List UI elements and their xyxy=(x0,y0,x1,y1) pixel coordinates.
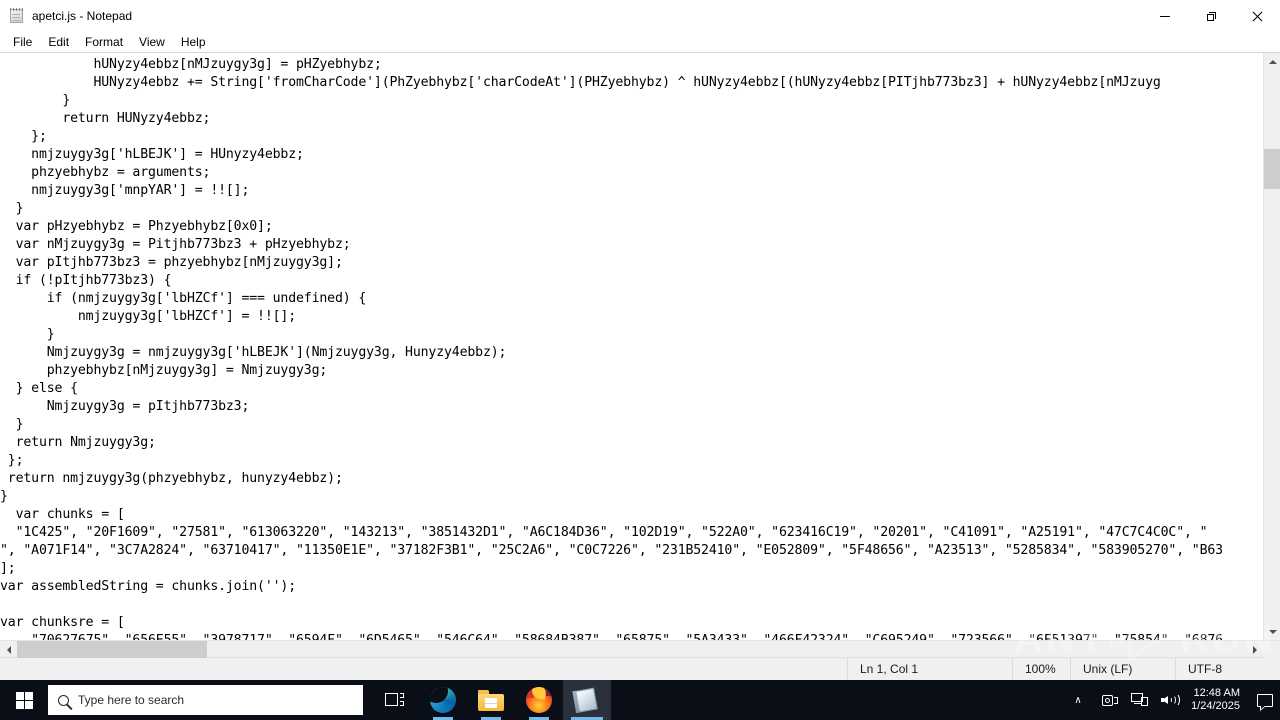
task-view-button[interactable] xyxy=(371,680,419,720)
title-bar[interactable]: apetci.js - Notepad xyxy=(0,0,1280,32)
scroll-right-button[interactable] xyxy=(1246,641,1263,658)
taskbar-item-microsoft-edge[interactable] xyxy=(419,680,467,720)
task-view-icon xyxy=(385,692,405,709)
clock-date: 1/24/2025 xyxy=(1191,700,1240,712)
code-text[interactable]: hUNyzy4ebbz[nMJzuygy3g] = pHZyebhybz; HU… xyxy=(0,53,1262,640)
vertical-scrollbar[interactable] xyxy=(1263,53,1280,640)
notepad-window: apetci.js - Notepad File Edit Format Vie… xyxy=(0,0,1280,681)
scroll-left-icon xyxy=(6,645,11,654)
window-title: apetci.js - Notepad xyxy=(32,9,133,23)
status-cursor-position: Ln 1, Col 1 xyxy=(847,657,1012,681)
volume-icon xyxy=(1161,693,1181,707)
status-zoom[interactable]: 100% xyxy=(1012,657,1070,681)
taskbar: Type here to search ∧ 12:48 AM 1/24/2025 xyxy=(0,680,1280,720)
search-box[interactable]: Type here to search xyxy=(48,685,363,715)
notepad-icon xyxy=(572,686,602,714)
search-icon xyxy=(48,685,78,715)
folder-icon xyxy=(478,689,504,711)
network-icon xyxy=(1131,693,1149,707)
status-line-ending[interactable]: Unix (LF) xyxy=(1070,657,1175,681)
clock-time: 12:48 AM xyxy=(1193,687,1240,699)
menu-item-file[interactable]: File xyxy=(5,33,40,52)
search-placeholder: Type here to search xyxy=(78,693,185,707)
windows-start-icon xyxy=(15,691,33,709)
scroll-right-icon xyxy=(1252,645,1257,654)
maximize-button[interactable] xyxy=(1188,0,1234,32)
minimize-icon xyxy=(1160,15,1170,17)
action-center-button[interactable] xyxy=(1250,680,1280,720)
tray-camera-button[interactable] xyxy=(1095,680,1125,720)
notepad-icon xyxy=(9,8,25,24)
edge-icon xyxy=(430,687,456,713)
maximize-icon xyxy=(1206,11,1216,21)
minimize-button[interactable] xyxy=(1142,0,1188,32)
clock[interactable]: 12:48 AM 1/24/2025 xyxy=(1185,687,1250,713)
taskbar-item-firefox[interactable] xyxy=(515,680,563,720)
editor-area[interactable]: hUNyzy4ebbz[nMJzuygy3g] = pHZyebhybz; HU… xyxy=(0,53,1280,640)
scroll-down-button[interactable] xyxy=(1264,623,1280,640)
taskbar-buttons xyxy=(371,680,611,720)
horizontal-scroll-thumb[interactable] xyxy=(17,641,207,658)
chevron-up-icon: ∧ xyxy=(1074,694,1082,706)
close-button[interactable] xyxy=(1234,0,1280,32)
menu-bar: File Edit Format View Help xyxy=(0,32,1280,53)
scrollbar-corner xyxy=(1263,641,1280,658)
screen: apetci.js - Notepad File Edit Format Vie… xyxy=(0,0,1280,720)
taskbar-item-notepad[interactable] xyxy=(563,680,611,720)
taskbar-item-file-explorer[interactable] xyxy=(467,680,515,720)
status-encoding[interactable]: UTF-8 xyxy=(1175,657,1280,681)
menu-item-help[interactable]: Help xyxy=(173,33,214,52)
firefox-icon xyxy=(526,687,552,713)
system-tray: ∧ 12:48 AM 1/24/2025 xyxy=(1061,680,1280,720)
horizontal-scrollbar[interactable] xyxy=(0,640,1280,658)
close-icon xyxy=(1252,11,1263,22)
menu-item-format[interactable]: Format xyxy=(77,33,131,52)
scroll-left-button[interactable] xyxy=(0,641,17,658)
tray-volume-button[interactable] xyxy=(1155,680,1185,720)
notifications-icon xyxy=(1257,693,1273,711)
vertical-scroll-thumb[interactable] xyxy=(1264,149,1280,189)
scroll-up-button[interactable] xyxy=(1264,53,1280,70)
scroll-down-icon xyxy=(1268,629,1277,634)
status-bar: Ln 1, Col 1 100% Unix (LF) UTF-8 xyxy=(0,657,1280,681)
show-hidden-icons-button[interactable]: ∧ xyxy=(1061,680,1095,720)
menu-item-edit[interactable]: Edit xyxy=(40,33,77,52)
tray-network-button[interactable] xyxy=(1125,680,1155,720)
start-button[interactable] xyxy=(0,680,48,720)
menu-item-view[interactable]: View xyxy=(131,33,173,52)
scroll-up-icon xyxy=(1268,59,1277,64)
window-controls xyxy=(1142,0,1280,32)
camera-icon xyxy=(1101,694,1119,707)
